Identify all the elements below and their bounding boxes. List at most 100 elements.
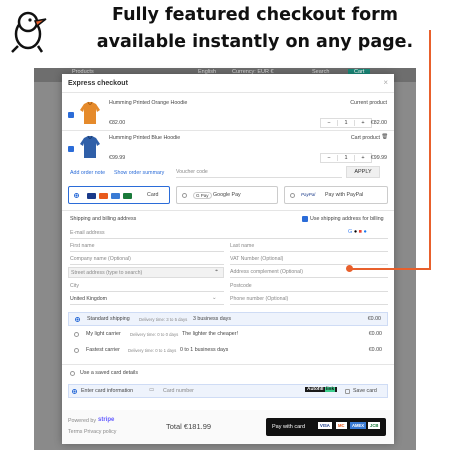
checkout-footer: Powered by stripe Terms Privacy policy T… [62, 410, 394, 444]
checkout-modal: Express checkout × Humming Printed Orang… [62, 74, 394, 444]
plus-button[interactable]: + [355, 120, 371, 126]
location-pin-icon: ⌖ [215, 268, 218, 274]
autofill-label: Autofill [307, 387, 324, 392]
carrier-radio-light[interactable] [74, 332, 79, 337]
enter-card-row[interactable]: Enter card information ▭ Card number Aut… [68, 384, 388, 398]
same-address-label: Use shipping address for billing [310, 216, 384, 222]
product-1-checkbox[interactable] [68, 112, 74, 118]
payment-card-option[interactable]: Card [68, 186, 170, 204]
mastercard-icon [99, 193, 108, 199]
carrier-name: Fastest carrier [86, 347, 120, 353]
carrier-price: €0.00 [367, 316, 381, 322]
product-1-price: €82.00 [109, 120, 126, 126]
save-card-checkbox[interactable] [345, 389, 350, 394]
payment-googlepay-option[interactable]: G Pay Google Pay [176, 186, 278, 204]
carrier-radio-standard[interactable] [75, 317, 80, 322]
modal-title: Express checkout [68, 80, 128, 87]
product-2-name: Humming Printed Blue Hoodie [109, 135, 181, 141]
company-field[interactable]: Company name (Optional) [70, 254, 224, 265]
carrier-note: The lighter the cheaper! [182, 331, 238, 337]
voucher-input[interactable]: Voucher code [176, 167, 342, 178]
annotation-arrow-dot [346, 265, 353, 272]
enter-card-radio[interactable] [72, 389, 77, 394]
blue-hoodie-image [80, 135, 100, 158]
product-2-checkbox[interactable] [68, 146, 74, 152]
carrier-note: 0 to 1 business days [180, 347, 229, 353]
card-label: Card [147, 192, 159, 198]
enter-card-label: Enter card information [81, 388, 134, 394]
saved-card-label: Use a saved card details [80, 370, 139, 376]
carrier-name: My light carrier [86, 331, 121, 337]
vat-field[interactable]: VAT Number (Optional) [230, 254, 388, 265]
close-icon[interactable]: × [383, 78, 388, 87]
add-order-note-link[interactable]: Add order note [70, 170, 105, 176]
product-2-total: €99.99 [370, 155, 387, 161]
carrier-radio-fastest[interactable] [74, 348, 79, 353]
card-icon: ▭ [149, 387, 155, 393]
chevron-down-icon: ⌄ [212, 295, 217, 301]
product-1-quantity-stepper[interactable]: − 1 + [320, 118, 372, 128]
carrier-note: 3 business days [193, 316, 231, 322]
mastercard-icon: MC [336, 422, 347, 429]
jcb-icon [123, 193, 132, 199]
saved-card-radio[interactable] [70, 371, 75, 376]
social-login-icons[interactable]: G ● ■ ● [348, 229, 367, 235]
payment-paypal-option[interactable]: PayPal Pay with PayPal [284, 186, 388, 204]
order-total: Total €181.99 [166, 422, 212, 431]
last-name-field[interactable]: Last name [230, 241, 388, 252]
show-order-summary-link[interactable]: Show order summary [114, 170, 164, 176]
gpay-badge-icon: G Pay [193, 192, 212, 199]
orange-hoodie-image [80, 101, 100, 124]
minus-button[interactable]: − [321, 155, 337, 161]
city-field[interactable]: City [70, 281, 224, 292]
banner-title-line-1: Fully featured checkout form [112, 5, 398, 25]
phone-field[interactable]: Phone number (Optional) [230, 294, 388, 305]
annotation-arrow-vertical [429, 30, 431, 270]
product-2-qty[interactable]: 1 [337, 155, 355, 161]
carrier-delivery: Delivery time: 3 to 5 days [139, 317, 188, 322]
visa-icon: VISA [318, 422, 332, 429]
annotation-arrow-horizontal [350, 268, 430, 270]
googlepay-radio[interactable] [182, 193, 187, 198]
product-2-quantity-stepper[interactable]: − 1 + [320, 153, 372, 163]
plus-button[interactable]: + [355, 155, 371, 161]
carrier-row-light[interactable]: My light carrier Delivery time: 0 to 0 d… [68, 328, 388, 342]
save-card-label: Save card [353, 388, 377, 394]
trash-icon[interactable]: 🗑 [381, 134, 388, 140]
postcode-field[interactable]: Postcode [230, 281, 388, 292]
email-field[interactable]: E-mail address [70, 228, 388, 239]
card-number-input[interactable]: Card number [163, 388, 194, 394]
banner: Fully featured checkout form available i… [0, 0, 450, 68]
carrier-row-fastest[interactable]: Fastest carrier Delivery time: 0 to 1 da… [68, 344, 388, 358]
product-1-total: €82.00 [370, 120, 387, 126]
amex-icon [111, 193, 120, 199]
puffin-logo-icon [11, 11, 47, 53]
autofill-link-button[interactable]: Autofill link [305, 387, 338, 392]
amex-icon: AMEX [350, 422, 367, 429]
street-address-field[interactable]: Street address (type to search) [68, 267, 224, 278]
stripe-logo: stripe [98, 417, 115, 423]
terms-link[interactable]: Terms [68, 429, 82, 435]
country-select[interactable]: United Kingdom [70, 294, 224, 305]
carrier-price: €0.00 [368, 347, 382, 353]
powered-by-label: Powered by [68, 418, 96, 424]
minus-button[interactable]: − [321, 120, 337, 126]
product-1-qty[interactable]: 1 [337, 120, 355, 126]
product-2-price: €99.99 [109, 155, 126, 161]
googlepay-label: Google Pay [213, 192, 241, 198]
carrier-row-standard[interactable]: Standard shipping Delivery time: 3 to 5 … [68, 312, 388, 326]
first-name-field[interactable]: First name [70, 241, 224, 252]
carrier-price: €0.00 [368, 331, 382, 337]
card-radio[interactable] [74, 193, 79, 198]
paypal-radio[interactable] [290, 193, 295, 198]
pay-with-card-button[interactable]: Pay with card VISA MC AMEX JCB [266, 418, 386, 436]
privacy-link[interactable]: Privacy policy [84, 429, 116, 435]
paypal-label: Pay with PayPal [325, 192, 364, 198]
product-2-status: Cart product [350, 135, 380, 141]
carrier-delivery: Delivery time: 0 to 0 days [130, 332, 179, 337]
apply-voucher-button[interactable]: APPLY [346, 166, 380, 178]
banner-title-line-2: available instantly on any page. [96, 32, 414, 52]
carrier-name: Standard shipping [87, 316, 130, 322]
link-badge: link [324, 387, 336, 392]
same-address-checkbox[interactable] [302, 216, 308, 222]
